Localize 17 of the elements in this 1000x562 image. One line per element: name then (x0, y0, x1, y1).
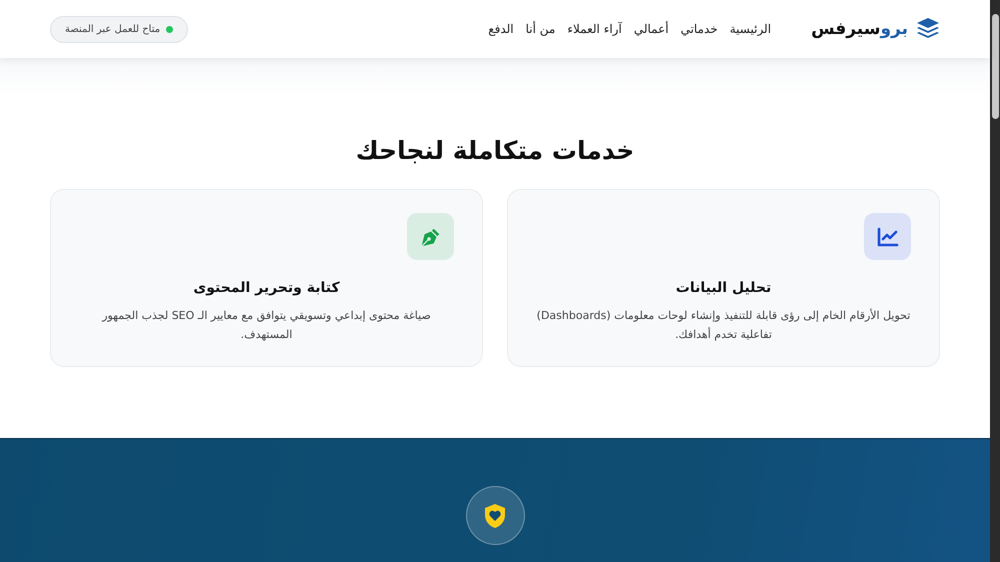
card-title: كتابة وتحرير المحتوى (193, 280, 340, 296)
layers-icon (916, 18, 940, 40)
nav-link[interactable]: الرئيسية (730, 22, 772, 36)
card-description: صياغة محتوى إبداعي وتسويقي يتوافق مع معايير الـ SEO لجذب الجمهور المستهدف. (100, 308, 432, 343)
nav-link[interactable]: الدفع (488, 22, 514, 36)
scrollbar[interactable] (990, 0, 1000, 562)
line-chart-icon (876, 226, 898, 246)
shield-heart-icon (483, 502, 507, 528)
nav-link[interactable]: من أنا (526, 22, 556, 36)
brand-name[interactable]: بروسيرفس (811, 19, 908, 39)
card-description: تحويل الأرقام الخام إلى رؤى قابلة للتنفيذ وإنشاء لوحات معلومات (Dashboards) تفاعلية تخدم أهدافك. (536, 308, 911, 343)
nav-link[interactable]: أعمالي (634, 22, 669, 36)
card-title: تحليل البيانات (676, 280, 772, 296)
availability-text: متاح للعمل عبر المنصة (65, 24, 160, 34)
nav-link[interactable]: آراء العملاء (567, 22, 622, 36)
section-title: خدمات متكاملة لنجاحك (356, 136, 634, 165)
nav-link[interactable]: خدماتي (680, 22, 718, 36)
